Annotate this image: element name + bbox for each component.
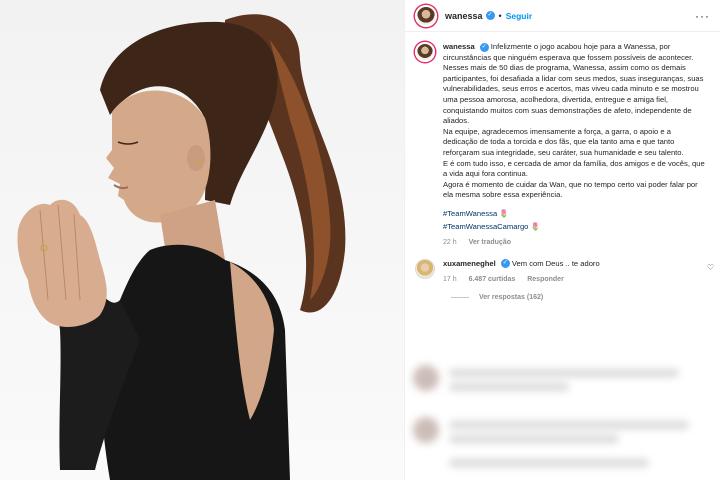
comment-body: xuxameneghel ✓ Vem com Deus .. te adoro 1… [443,259,683,286]
comment-text: Vem com Deus .. te adoro [511,258,600,268]
view-replies-label[interactable]: Ver respostas (162) [479,294,543,301]
comment: xuxameneghel ✓ Vem com Deus .. te adoro 1… [405,249,720,286]
hashtag-link[interactable]: #TeamWanessa 🌷 [443,209,705,220]
caption-line: Nesses mais de 50 dias de programa, Wane… [443,63,704,126]
translate-button[interactable]: Ver tradução [469,239,511,246]
comment-username[interactable]: xuxameneghel [443,259,496,268]
comment-meta: 17 h 6.487 curtidas Responder [443,275,683,286]
verified-badge-icon: ✓ [479,42,489,52]
heart-icon[interactable]: ♡ [707,263,714,272]
verified-badge-icon: ✓ [485,11,495,20]
caption-line: E é com tudo isso, e cercada de amor da … [443,158,705,179]
caption-username[interactable]: wanessa [443,42,475,51]
caption: wanessa ✓ Infelizmente o jogo acabou hoje… [405,32,720,249]
follow-button[interactable]: Seguir [506,11,532,21]
caption-body: wanessa ✓ Infelizmente o jogo acabou hoje… [443,42,705,249]
caption-time: 22 h [443,239,457,247]
header-username[interactable]: wanessa [445,11,483,21]
verified-badge-icon: ✓ [500,259,510,269]
avatar[interactable] [415,4,437,27]
post-photo [0,0,404,480]
comment-avatar[interactable] [415,258,435,279]
caption-line: Agora é momento de cuidar da Wan, que no… [443,179,698,200]
ellipsis-icon[interactable]: ··· [695,10,710,22]
blurred-comments [405,355,720,480]
post-panel: wanessa ✓ • Seguir ··· wanessa ✓ Infelizm… [404,0,720,480]
view-replies[interactable]: Ver respostas (162) [405,286,720,301]
hashtag-link[interactable]: #TeamWanessaCamargo 🌷 [443,222,705,233]
post-header: wanessa ✓ • Seguir ··· [405,0,720,32]
woman-praying-illustration [17,14,346,480]
separator-dot: • [498,10,502,21]
caption-meta: 22 h Ver tradução [443,238,705,249]
caption-line: Na equipe, agradecemos imensamente a for… [443,126,684,157]
comment-likes[interactable]: 6.487 curtidas [469,276,516,283]
caption-avatar[interactable] [415,42,435,62]
reply-button[interactable]: Responder [527,276,564,283]
replies-divider [451,296,469,298]
comment-time: 17 h [443,276,457,284]
